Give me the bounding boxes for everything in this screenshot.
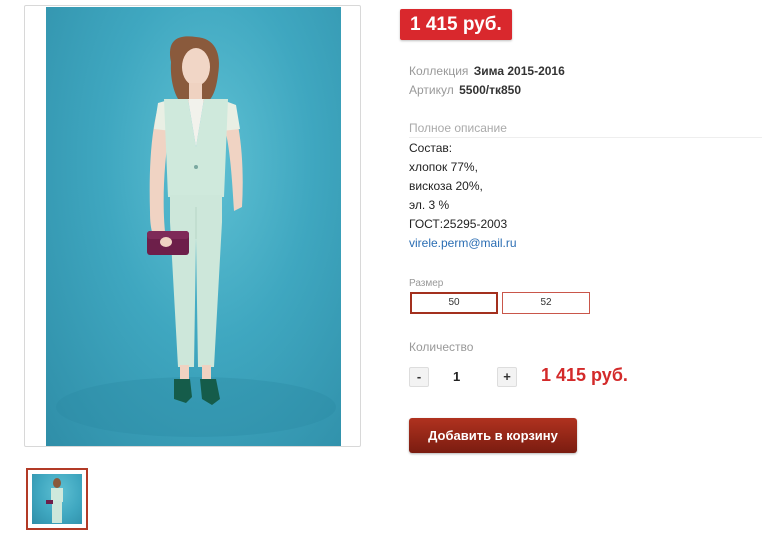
total-price: 1 415 руб. — [541, 365, 628, 385]
quantity-input[interactable]: 1 — [453, 369, 460, 384]
collection-label: Коллекция — [409, 64, 469, 78]
add-to-cart-button[interactable]: Добавить в корзину — [409, 418, 577, 453]
quantity-decrease-button[interactable]: - — [409, 367, 429, 387]
description-title: Полное описание — [409, 121, 762, 138]
collection-row: Коллекция Зима 2015-2016 — [409, 64, 565, 78]
description-line: хлопок 77%, — [409, 160, 478, 174]
product-thumbnail[interactable] — [26, 468, 88, 530]
description-line: ГОСТ:25295-2003 — [409, 217, 508, 231]
description-line: Состав: — [409, 141, 453, 155]
article-label: Артикул — [409, 83, 454, 97]
price-badge: 1 415 руб. — [400, 9, 512, 40]
collection-value: Зима 2015-2016 — [473, 64, 565, 78]
quantity-label: Количество — [409, 340, 474, 354]
description-line: вискоза 20%, — [409, 179, 483, 193]
size-label: Размер — [409, 278, 444, 289]
article-value: 5500/тк850 — [459, 83, 522, 97]
product-image-frame[interactable] — [24, 5, 361, 447]
description-line: эл. 3 % — [409, 198, 450, 212]
email-link[interactable]: virele.perm@mail.ru — [409, 236, 517, 250]
product-photo[interactable] — [46, 7, 341, 446]
size-option-50[interactable]: 50 — [410, 292, 498, 314]
size-option-52[interactable]: 52 — [502, 292, 590, 314]
quantity-increase-button[interactable]: + — [497, 367, 517, 387]
thumbnail-photo — [32, 474, 82, 524]
model-illustration — [56, 36, 336, 437]
article-row: Артикул 5500/тк850 — [409, 83, 521, 97]
